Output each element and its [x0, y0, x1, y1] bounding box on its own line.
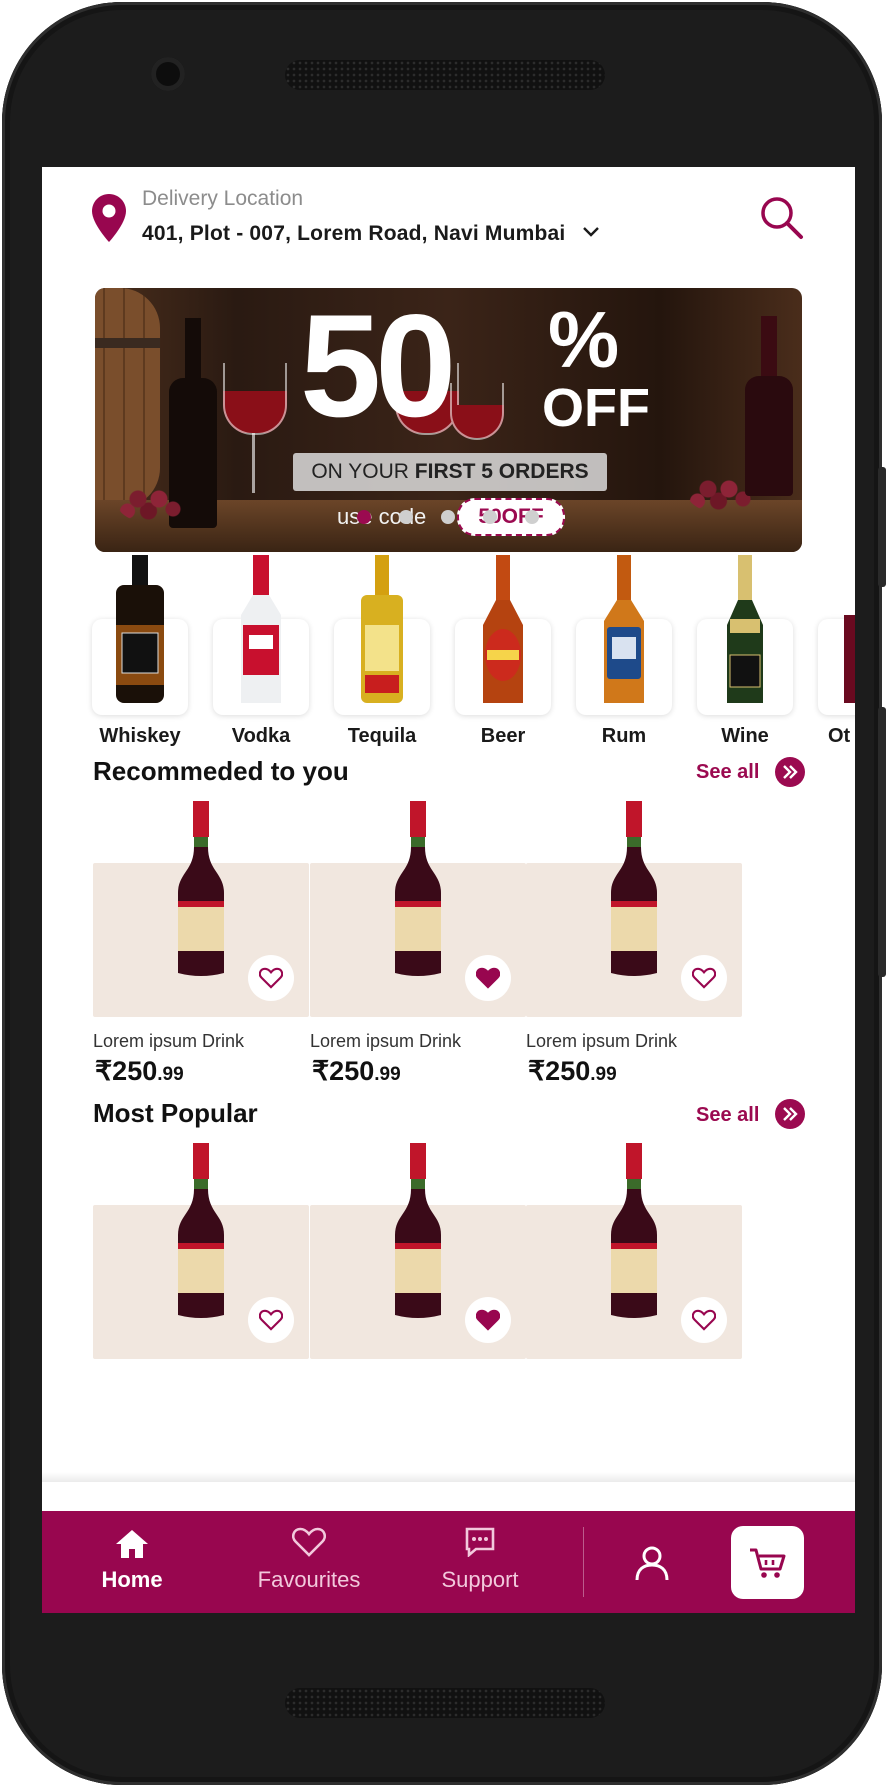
- delivery-address[interactable]: 401, Plot - 007, Lorem Road, Navi Mumbai: [142, 222, 565, 246]
- nav-label: Favourites: [257, 1567, 361, 1592]
- nav-favourites[interactable]: Favourites: [234, 1511, 384, 1613]
- front-camera: [151, 57, 185, 91]
- wine-bottle-image: [395, 801, 441, 976]
- tequila-bottle-icon: [361, 555, 403, 703]
- favourite-button[interactable]: [248, 955, 294, 1001]
- carousel-dot[interactable]: [441, 510, 455, 524]
- top-speaker: [285, 60, 605, 90]
- profile-icon[interactable]: [634, 1545, 670, 1586]
- search-icon[interactable]: [759, 195, 805, 246]
- price-decimal: .99: [590, 1064, 617, 1085]
- power-button: [878, 467, 886, 587]
- wine-glass-image: [223, 363, 287, 435]
- price-decimal: .99: [157, 1064, 184, 1085]
- category-label: Vodka: [231, 725, 291, 747]
- delivery-location-label: Delivery Location: [142, 187, 304, 210]
- category-label: Ot: [828, 725, 851, 747]
- vodka-bottle-icon: [241, 555, 281, 703]
- wine-bottle-image: [178, 801, 224, 976]
- wine-bottle-image: [611, 1143, 657, 1318]
- heart-icon: [259, 967, 283, 989]
- app-screen: Delivery Location 401, Plot - 007, Lorem…: [42, 167, 855, 1613]
- phone-frame: Delivery Location 401, Plot - 007, Lorem…: [2, 2, 886, 1785]
- bottom-speaker: [285, 1688, 605, 1718]
- bottle-icon: [844, 615, 855, 703]
- category-label: Rum: [601, 725, 647, 747]
- location-pin-icon: [92, 194, 126, 247]
- section-title-recommended: Recommeded to you: [93, 756, 349, 786]
- price-decimal: .99: [374, 1064, 401, 1085]
- price-main: ₹250: [528, 1056, 591, 1086]
- carousel-dot[interactable]: [483, 510, 497, 524]
- beer-bottle-icon: [483, 555, 523, 703]
- chevron-down-icon[interactable]: [582, 225, 600, 244]
- home-icon: [116, 1530, 148, 1558]
- barrel-image: [95, 288, 160, 508]
- wine-bottle-image: [395, 1143, 441, 1318]
- heart-icon: [292, 1527, 326, 1557]
- nav-divider: [583, 1527, 584, 1597]
- heart-icon: [692, 967, 716, 989]
- category-label: Whiskey: [99, 725, 181, 747]
- bottom-nav: Home Favourites Support: [42, 1511, 855, 1613]
- volume-button: [878, 707, 886, 977]
- product-name: Lorem ipsum Drink: [93, 1031, 245, 1051]
- product-name: Lorem ipsum Drink: [526, 1031, 678, 1051]
- grapes-image: [117, 483, 187, 523]
- cart-icon: [749, 1548, 785, 1578]
- nav-label: Home: [101, 1567, 163, 1592]
- favourite-button[interactable]: [681, 955, 727, 1001]
- banner-discount-number: 50: [300, 288, 456, 447]
- strip-prefix: ON YOUR: [311, 460, 415, 483]
- product-price: ₹250.99: [95, 1056, 184, 1087]
- banner-percent: %: [548, 295, 620, 384]
- bottle-image: [745, 376, 793, 496]
- nav-support[interactable]: Support: [410, 1511, 550, 1613]
- cart-button[interactable]: [731, 1526, 804, 1599]
- heart-icon: [259, 1309, 283, 1331]
- nav-home[interactable]: Home: [72, 1511, 192, 1613]
- banner-offer-strip: ON YOUR FIRST 5 ORDERS: [293, 453, 607, 491]
- favourite-button[interactable]: [465, 955, 511, 1001]
- favourite-button[interactable]: [248, 1297, 294, 1343]
- banner-off: OFF: [542, 378, 650, 438]
- wine-glass-image: [450, 383, 504, 440]
- favourite-button[interactable]: [681, 1297, 727, 1343]
- chat-icon: [465, 1527, 495, 1557]
- scroll-fade: [42, 1472, 855, 1482]
- product-name: Lorem ipsum Drink: [310, 1031, 462, 1051]
- strip-bold: FIRST 5 ORDERS: [414, 460, 589, 483]
- see-all-link[interactable]: See all: [696, 761, 759, 784]
- carousel-dots: [357, 510, 539, 524]
- product-price: ₹250.99: [528, 1056, 617, 1087]
- glass-stem: [252, 433, 255, 493]
- whiskey-bottle-icon: [116, 555, 164, 703]
- rum-bottle-icon: [604, 555, 644, 703]
- price-main: ₹250: [95, 1056, 158, 1086]
- heart-filled-icon: [476, 967, 500, 989]
- wine-bottle-icon: [727, 555, 763, 703]
- category-label: Beer: [480, 725, 526, 747]
- carousel-dot[interactable]: [399, 510, 413, 524]
- product-price: ₹250.99: [312, 1056, 401, 1087]
- carousel-dot[interactable]: [525, 510, 539, 524]
- wine-bottle-image: [611, 801, 657, 976]
- carousel-dot[interactable]: [357, 510, 371, 524]
- price-main: ₹250: [312, 1056, 375, 1086]
- heart-filled-icon: [476, 1309, 500, 1331]
- see-all-link[interactable]: See all: [696, 1104, 759, 1127]
- category-label: Wine: [721, 725, 769, 747]
- wine-bottle-image: [178, 1143, 224, 1318]
- nav-label: Support: [441, 1567, 519, 1592]
- double-chevron-right-icon[interactable]: [775, 757, 805, 787]
- favourite-button[interactable]: [465, 1297, 511, 1343]
- category-label: Tequila: [347, 725, 417, 747]
- section-title-popular: Most Popular: [93, 1098, 258, 1128]
- double-chevron-right-icon[interactable]: [775, 1099, 805, 1129]
- heart-icon: [692, 1309, 716, 1331]
